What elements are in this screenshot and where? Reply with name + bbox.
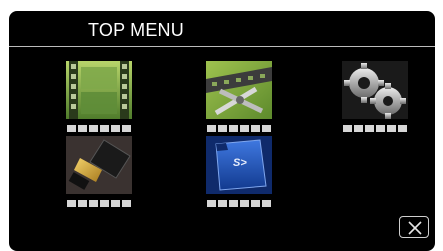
hdmi-icon bbox=[66, 136, 132, 194]
settings-gear-icon bbox=[342, 61, 408, 119]
menu-item-label bbox=[206, 200, 272, 207]
close-icon bbox=[408, 221, 422, 235]
close-button[interactable] bbox=[399, 216, 429, 238]
video-icon bbox=[66, 61, 132, 119]
top-menu-screen: TOP MENU S> bbox=[9, 11, 435, 251]
header-bar: TOP MENU bbox=[9, 11, 435, 47]
menu-item-label bbox=[342, 125, 408, 132]
edit-clip-icon bbox=[206, 61, 272, 119]
sd-card-icon: S> bbox=[206, 136, 272, 194]
svg-text:S>: S> bbox=[233, 157, 247, 169]
menu-item-label bbox=[206, 125, 272, 132]
menu-item-label bbox=[66, 125, 132, 132]
page-title: TOP MENU bbox=[88, 20, 184, 40]
menu-item-label bbox=[66, 200, 132, 207]
